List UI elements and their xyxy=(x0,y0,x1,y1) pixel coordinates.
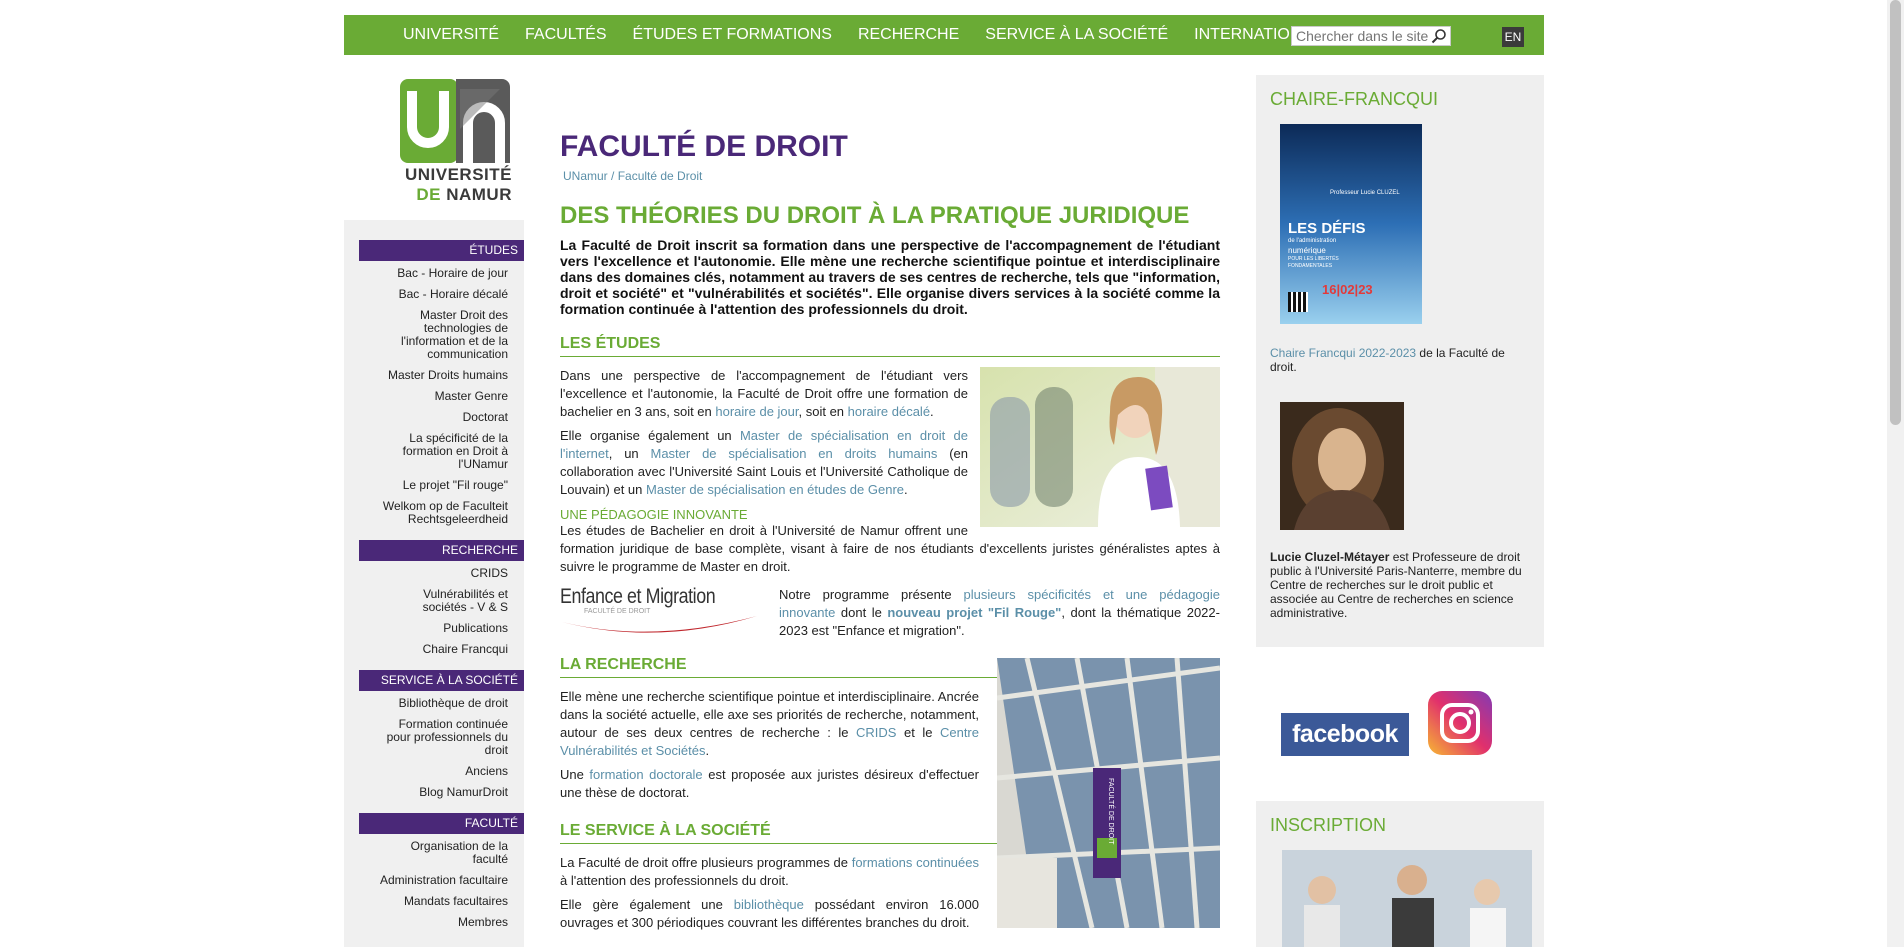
sidebar-item[interactable]: Master Droit des technologies de l'infor… xyxy=(359,309,524,369)
nav-service-societe[interactable]: SERVICE À LA SOCIÉTÉ xyxy=(985,15,1168,55)
logo-text-universite: UNIVERSITÉ xyxy=(404,165,512,184)
inscription-box: INSCRIPTION xyxy=(1256,801,1544,947)
inscription-photo[interactable] xyxy=(1282,850,1532,947)
students-photo xyxy=(980,367,1220,527)
page-headline: DES THÉORIES DU DROIT À LA PRATIQUE JURI… xyxy=(560,202,1190,229)
link-formations-continuees[interactable]: formations continuées xyxy=(852,855,979,870)
logo-text-de: DE xyxy=(416,185,441,204)
chaire-poster[interactable]: Professeur Lucie CLUZEL LES DÉFIS de l'a… xyxy=(1280,124,1422,324)
enfance-migration-logo[interactable]: Enfance et Migration FACULTÉ DE DROIT xyxy=(560,586,765,636)
sidebar-item[interactable]: Bac - Horaire décalé xyxy=(359,288,524,309)
nav-universite[interactable]: UNIVERSITÉ xyxy=(403,15,499,55)
breadcrumb-home-link[interactable]: UNamur xyxy=(563,169,608,183)
link-formation-doctorale[interactable]: formation doctorale xyxy=(589,767,702,782)
poster-date: 16|02|23 xyxy=(1322,282,1373,297)
page-title: FACULTÉ DE DROIT xyxy=(560,130,848,163)
language-switch-button[interactable]: EN xyxy=(1502,27,1524,47)
enfance-migration-logo-text: Enfance et Migration xyxy=(560,585,716,608)
sidebar-item[interactable]: Welkom op de Faculteit Rechtsgeleerdheid xyxy=(359,500,524,534)
link-master-droits-humains[interactable]: Master de spécialisation en droits humai… xyxy=(651,446,938,461)
link-master-genre[interactable]: Master de spécialisation en études de Ge… xyxy=(646,482,904,497)
scrollbar-thumb[interactable] xyxy=(1890,0,1901,425)
qr-code-icon xyxy=(1288,292,1308,312)
sidebar-item[interactable]: Administration facultaire xyxy=(359,874,524,895)
breadcrumb-current[interactable]: Faculté de Droit xyxy=(618,169,703,183)
search-input[interactable] xyxy=(1292,27,1432,45)
sidebar-item[interactable]: Publications xyxy=(359,622,524,643)
inscription-title: INSCRIPTION xyxy=(1270,815,1387,835)
sidebar-item[interactable]: Master Droits humains xyxy=(359,369,524,390)
poster-subtitle-1: de l'administration xyxy=(1288,238,1337,244)
university-logo[interactable] xyxy=(398,77,512,167)
sidebar-item[interactable]: Chaire Francqui xyxy=(359,643,524,664)
poster-title: LES DÉFIS xyxy=(1288,220,1366,237)
building-banner-text: FACULTÉ DE DROIT xyxy=(1107,778,1116,845)
nav-etudes-formations[interactable]: ÉTUDES ET FORMATIONS xyxy=(633,15,832,55)
sidebar-item[interactable]: Vulnérabilités et sociétés - V & S xyxy=(359,588,524,622)
etudes-paragraph-3: Les études de Bachelier en droit à l'Uni… xyxy=(560,523,1220,574)
sidebar-item[interactable]: Bac - Horaire de jour xyxy=(359,267,524,288)
link-horaire-de-jour[interactable]: horaire de jour xyxy=(715,404,798,419)
nav-recherche[interactable]: RECHERCHE xyxy=(858,15,959,55)
person-name: Lucie Cluzel-Métayer xyxy=(1270,550,1390,564)
link-fil-rouge[interactable]: nouveau projet "Fil Rouge" xyxy=(887,605,1061,620)
poster-subtitle-3: POUR LES LIBERTÉS xyxy=(1288,256,1339,262)
faculty-building-photo: FACULTÉ DE DROIT xyxy=(997,658,1220,928)
sidebar-section-etudes[interactable]: ÉTUDES xyxy=(359,240,524,261)
link-crids[interactable]: CRIDS xyxy=(856,725,896,740)
search-box xyxy=(1291,26,1451,46)
sidebar-item[interactable]: Anciens xyxy=(359,765,524,786)
sidebar-section-recherche[interactable]: RECHERCHE xyxy=(359,540,524,561)
facebook-link[interactable]: facebook xyxy=(1281,713,1409,756)
logo-text-de-namur: DE NAMUR xyxy=(398,185,512,205)
sidebar-item[interactable]: Doctorat xyxy=(359,411,524,432)
nav-facultes[interactable]: FACULTÉS xyxy=(525,15,607,55)
instagram-icon[interactable] xyxy=(1428,691,1492,755)
sidebar-item[interactable]: Organisation de la faculté xyxy=(359,840,524,874)
breadcrumb: UNamur / Faculté de Droit xyxy=(563,169,1220,183)
breadcrumb-separator: / xyxy=(607,169,618,183)
link-chaire-francqui[interactable]: Chaire Francqui 2022-2023 xyxy=(1270,346,1416,360)
lucie-cluzel-bio: Lucie Cluzel-Métayer est Professeure de … xyxy=(1270,550,1522,620)
intro-paragraph: La Faculté de Droit inscrit sa formation… xyxy=(560,237,1220,317)
etudes-paragraph-4: Notre programme présente plusieurs spéci… xyxy=(779,587,1221,638)
sidebar-item[interactable]: Le projet "Fil rouge" xyxy=(359,479,524,500)
swoosh-icon xyxy=(562,616,757,633)
sidebar-item[interactable]: Master Genre xyxy=(359,390,524,411)
sidebar-item[interactable]: La spécificité de la formation en Droit … xyxy=(359,432,524,479)
lucie-cluzel-photo xyxy=(1280,402,1404,530)
chaire-caption: Chaire Francqui 2022-2023 de la Faculté … xyxy=(1270,346,1505,374)
top-navigation: UNIVERSITÉ FACULTÉS ÉTUDES ET FORMATIONS… xyxy=(344,15,1544,55)
link-bibliotheque[interactable]: bibliothèque xyxy=(734,897,804,912)
sidebar-item[interactable]: CRIDS xyxy=(359,567,524,588)
link-horaire-decale[interactable]: horaire décalé xyxy=(848,404,930,419)
main-menu: UNIVERSITÉ FACULTÉS ÉTUDES ET FORMATIONS… xyxy=(403,15,1347,55)
sidebar-section-service[interactable]: SERVICE À LA SOCIÉTÉ xyxy=(359,670,524,691)
sidebar-item[interactable]: Mandats facultaires xyxy=(359,895,524,916)
logo-text-namur: NAMUR xyxy=(446,185,512,204)
sidebar-section-faculte[interactable]: FACULTÉ xyxy=(359,813,524,834)
fil-rouge-block: Enfance et Migration FACULTÉ DE DROIT No… xyxy=(560,586,1220,640)
sidebar-menu: ÉTUDES Bac - Horaire de jour Bac - Horai… xyxy=(359,240,524,937)
poster-subtitle-4: FONDAMENTALES xyxy=(1288,263,1333,269)
chaire-francqui-title: CHAIRE-FRANCQUI xyxy=(1270,89,1439,109)
main-content: FACULTÉ DE DROIT UNamur / Faculté de Dro… xyxy=(560,125,1220,938)
poster-subtitle-2: numérique xyxy=(1288,246,1326,255)
search-icon[interactable] xyxy=(1431,28,1447,44)
chaire-francqui-box: CHAIRE-FRANCQUI Professeur Lucie CLUZEL … xyxy=(1256,75,1544,647)
section-title-etudes: LES ÉTUDES xyxy=(560,335,1220,357)
poster-speaker: Professeur Lucie CLUZEL xyxy=(1330,190,1400,196)
sidebar-item[interactable]: Bibliothèque de droit xyxy=(359,697,524,718)
sidebar-item[interactable]: Formation continuée pour professionnels … xyxy=(359,718,524,765)
sidebar-item[interactable]: Membres xyxy=(359,916,524,937)
sidebar-item[interactable]: Blog NamurDroit xyxy=(359,786,524,807)
